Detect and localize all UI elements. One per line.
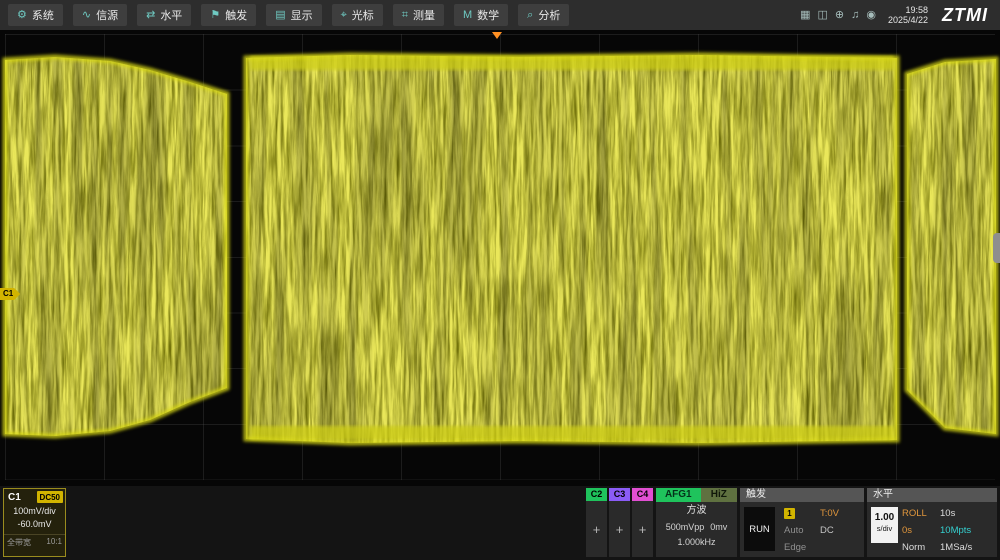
status-icon-group: ▦ ◫ ⊕ ♫ ◉ xyxy=(800,10,876,21)
afg-impedance-badge: HiZ xyxy=(701,488,737,502)
time-text: 19:58 xyxy=(888,5,928,16)
display-icon: ▤ xyxy=(275,10,285,21)
waveform-trace-c1 xyxy=(0,30,1000,486)
trigger-box[interactable]: 触发 RUN 1 T:0V Auto DC Edge xyxy=(740,488,864,557)
horizontal-delay: 0s xyxy=(902,525,940,536)
c1-probe-ratio: 10:1 xyxy=(46,537,62,548)
c1-offset: -60.0mV xyxy=(4,518,65,531)
sample-rate: 1MSa/s xyxy=(940,542,997,553)
menu-display[interactable]: ▤ 显示 xyxy=(266,4,321,26)
c1-scale: 100mV/div xyxy=(4,505,65,518)
trigger-coupling: DC xyxy=(820,525,862,536)
time-window: 10s xyxy=(940,508,997,519)
image-icon[interactable]: ▦ xyxy=(800,10,810,21)
menu-horizontal[interactable]: ⇄ 水平 xyxy=(137,4,191,26)
channel-c4-box[interactable]: C4 + xyxy=(632,488,653,557)
sd-card-icon[interactable]: ◫ xyxy=(817,10,827,21)
menu-display-label: 显示 xyxy=(291,7,313,23)
memory-depth: 10Mpts xyxy=(940,525,997,536)
trigger-type: Edge xyxy=(784,542,820,553)
side-scroll-handle[interactable] xyxy=(993,233,1000,263)
trigger-level: T:0V xyxy=(820,508,862,519)
afg-waveform: 方波 xyxy=(656,502,737,520)
menu-analyze-label: 分析 xyxy=(538,7,560,23)
c2-label: C2 xyxy=(586,488,607,501)
menu-math-label: 数学 xyxy=(477,7,499,23)
afg-frequency: 1.000kHz xyxy=(656,535,737,550)
gear-icon: ⚙ xyxy=(17,10,27,21)
menu-system[interactable]: ⚙ 系统 xyxy=(8,4,63,26)
date-text: 2025/4/22 xyxy=(888,15,928,26)
afg-box[interactable]: AFG1 HiZ 方波 500mVpp 0mv 1.000kHz xyxy=(656,488,737,557)
trigger-source-badge: 1 xyxy=(784,508,795,519)
channel-group: C2 + C3 + C4 + xyxy=(586,488,653,557)
trigger-title: 触发 xyxy=(740,488,864,502)
clock: 19:58 2025/4/22 xyxy=(888,5,928,26)
menu-measure[interactable]: ⌗ 测量 xyxy=(393,4,444,26)
horizontal-title: 水平 xyxy=(867,488,997,502)
menu-source[interactable]: ∿ 信源 xyxy=(73,4,127,26)
channel-c3-box[interactable]: C3 + xyxy=(609,488,630,557)
afg-label: AFG1 xyxy=(656,488,701,502)
scope-display-area: C1 xyxy=(0,30,1000,486)
math-icon: M xyxy=(463,10,472,21)
c2-add-button[interactable]: + xyxy=(593,501,601,557)
menu-cursor[interactable]: ⌖ 光标 xyxy=(332,4,383,26)
horizontal-icon: ⇄ xyxy=(146,10,155,21)
source-icon: ∿ xyxy=(82,10,91,21)
horizontal-box[interactable]: 水平 1.00 s/div ROLL 10s 0s 10Mpts Norm 1M… xyxy=(867,488,997,557)
timebase-scale-box[interactable]: 1.00 s/div xyxy=(871,507,898,543)
timebase-value: 1.00 xyxy=(871,507,898,524)
trigger-position-marker[interactable] xyxy=(492,32,502,39)
brand-logo: ZTMI xyxy=(942,5,988,26)
c4-label: C4 xyxy=(632,488,653,501)
c1-coupling-badge: DC50 xyxy=(37,491,63,503)
c4-add-button[interactable]: + xyxy=(639,501,647,557)
c1-label: C1 xyxy=(6,492,21,503)
afg-offset: 0mv xyxy=(710,522,727,532)
channel-c1-box[interactable]: C1 DC50 100mV/div -60.0mV 全带宽 10:1 xyxy=(3,488,66,557)
menu-analyze[interactable]: ⌕ 分析 xyxy=(518,4,569,26)
menu-math[interactable]: M 数学 xyxy=(454,4,508,26)
c1-bandwidth: 全带宽 xyxy=(7,537,31,548)
magnifier-icon: ⌕ xyxy=(527,10,533,21)
menu-cursor-label: 光标 xyxy=(352,7,374,23)
menu-trigger[interactable]: ⚑ 触发 xyxy=(201,4,256,26)
acq-mode-roll: ROLL xyxy=(902,508,940,519)
acquisition-mode: Norm xyxy=(902,542,940,553)
menu-horizontal-label: 水平 xyxy=(160,7,182,23)
channel-c2-box[interactable]: C2 + xyxy=(586,488,607,557)
timebase-unit: s/div xyxy=(871,524,898,534)
c3-label: C3 xyxy=(609,488,630,501)
trigger-sweep-mode: Auto xyxy=(784,525,820,536)
cursor-icon: ⌖ xyxy=(341,10,347,21)
top-menu-bar: ⚙ 系统 ∿ 信源 ⇄ 水平 ⚑ 触发 ▤ 显示 ⌖ 光标 ⌗ 测量 M 数学 … xyxy=(0,0,1000,30)
speaker-icon[interactable]: ♫ xyxy=(851,10,859,21)
camera-icon[interactable]: ◉ xyxy=(866,10,876,21)
measure-icon: ⌗ xyxy=(402,10,408,21)
menu-system-label: 系统 xyxy=(32,7,54,23)
afg-amplitude: 500mVpp xyxy=(666,522,705,532)
menu-trigger-label: 触发 xyxy=(225,7,247,23)
bottom-status-bar: C1 DC50 100mV/div -60.0mV 全带宽 10:1 C2 + … xyxy=(0,486,1000,560)
menu-measure-label: 测量 xyxy=(413,7,435,23)
trigger-flag-icon: ⚑ xyxy=(210,10,220,21)
menu-source-label: 信源 xyxy=(96,7,118,23)
network-icon[interactable]: ⊕ xyxy=(835,10,844,21)
run-state-box[interactable]: RUN xyxy=(744,507,775,551)
c3-add-button[interactable]: + xyxy=(616,501,624,557)
